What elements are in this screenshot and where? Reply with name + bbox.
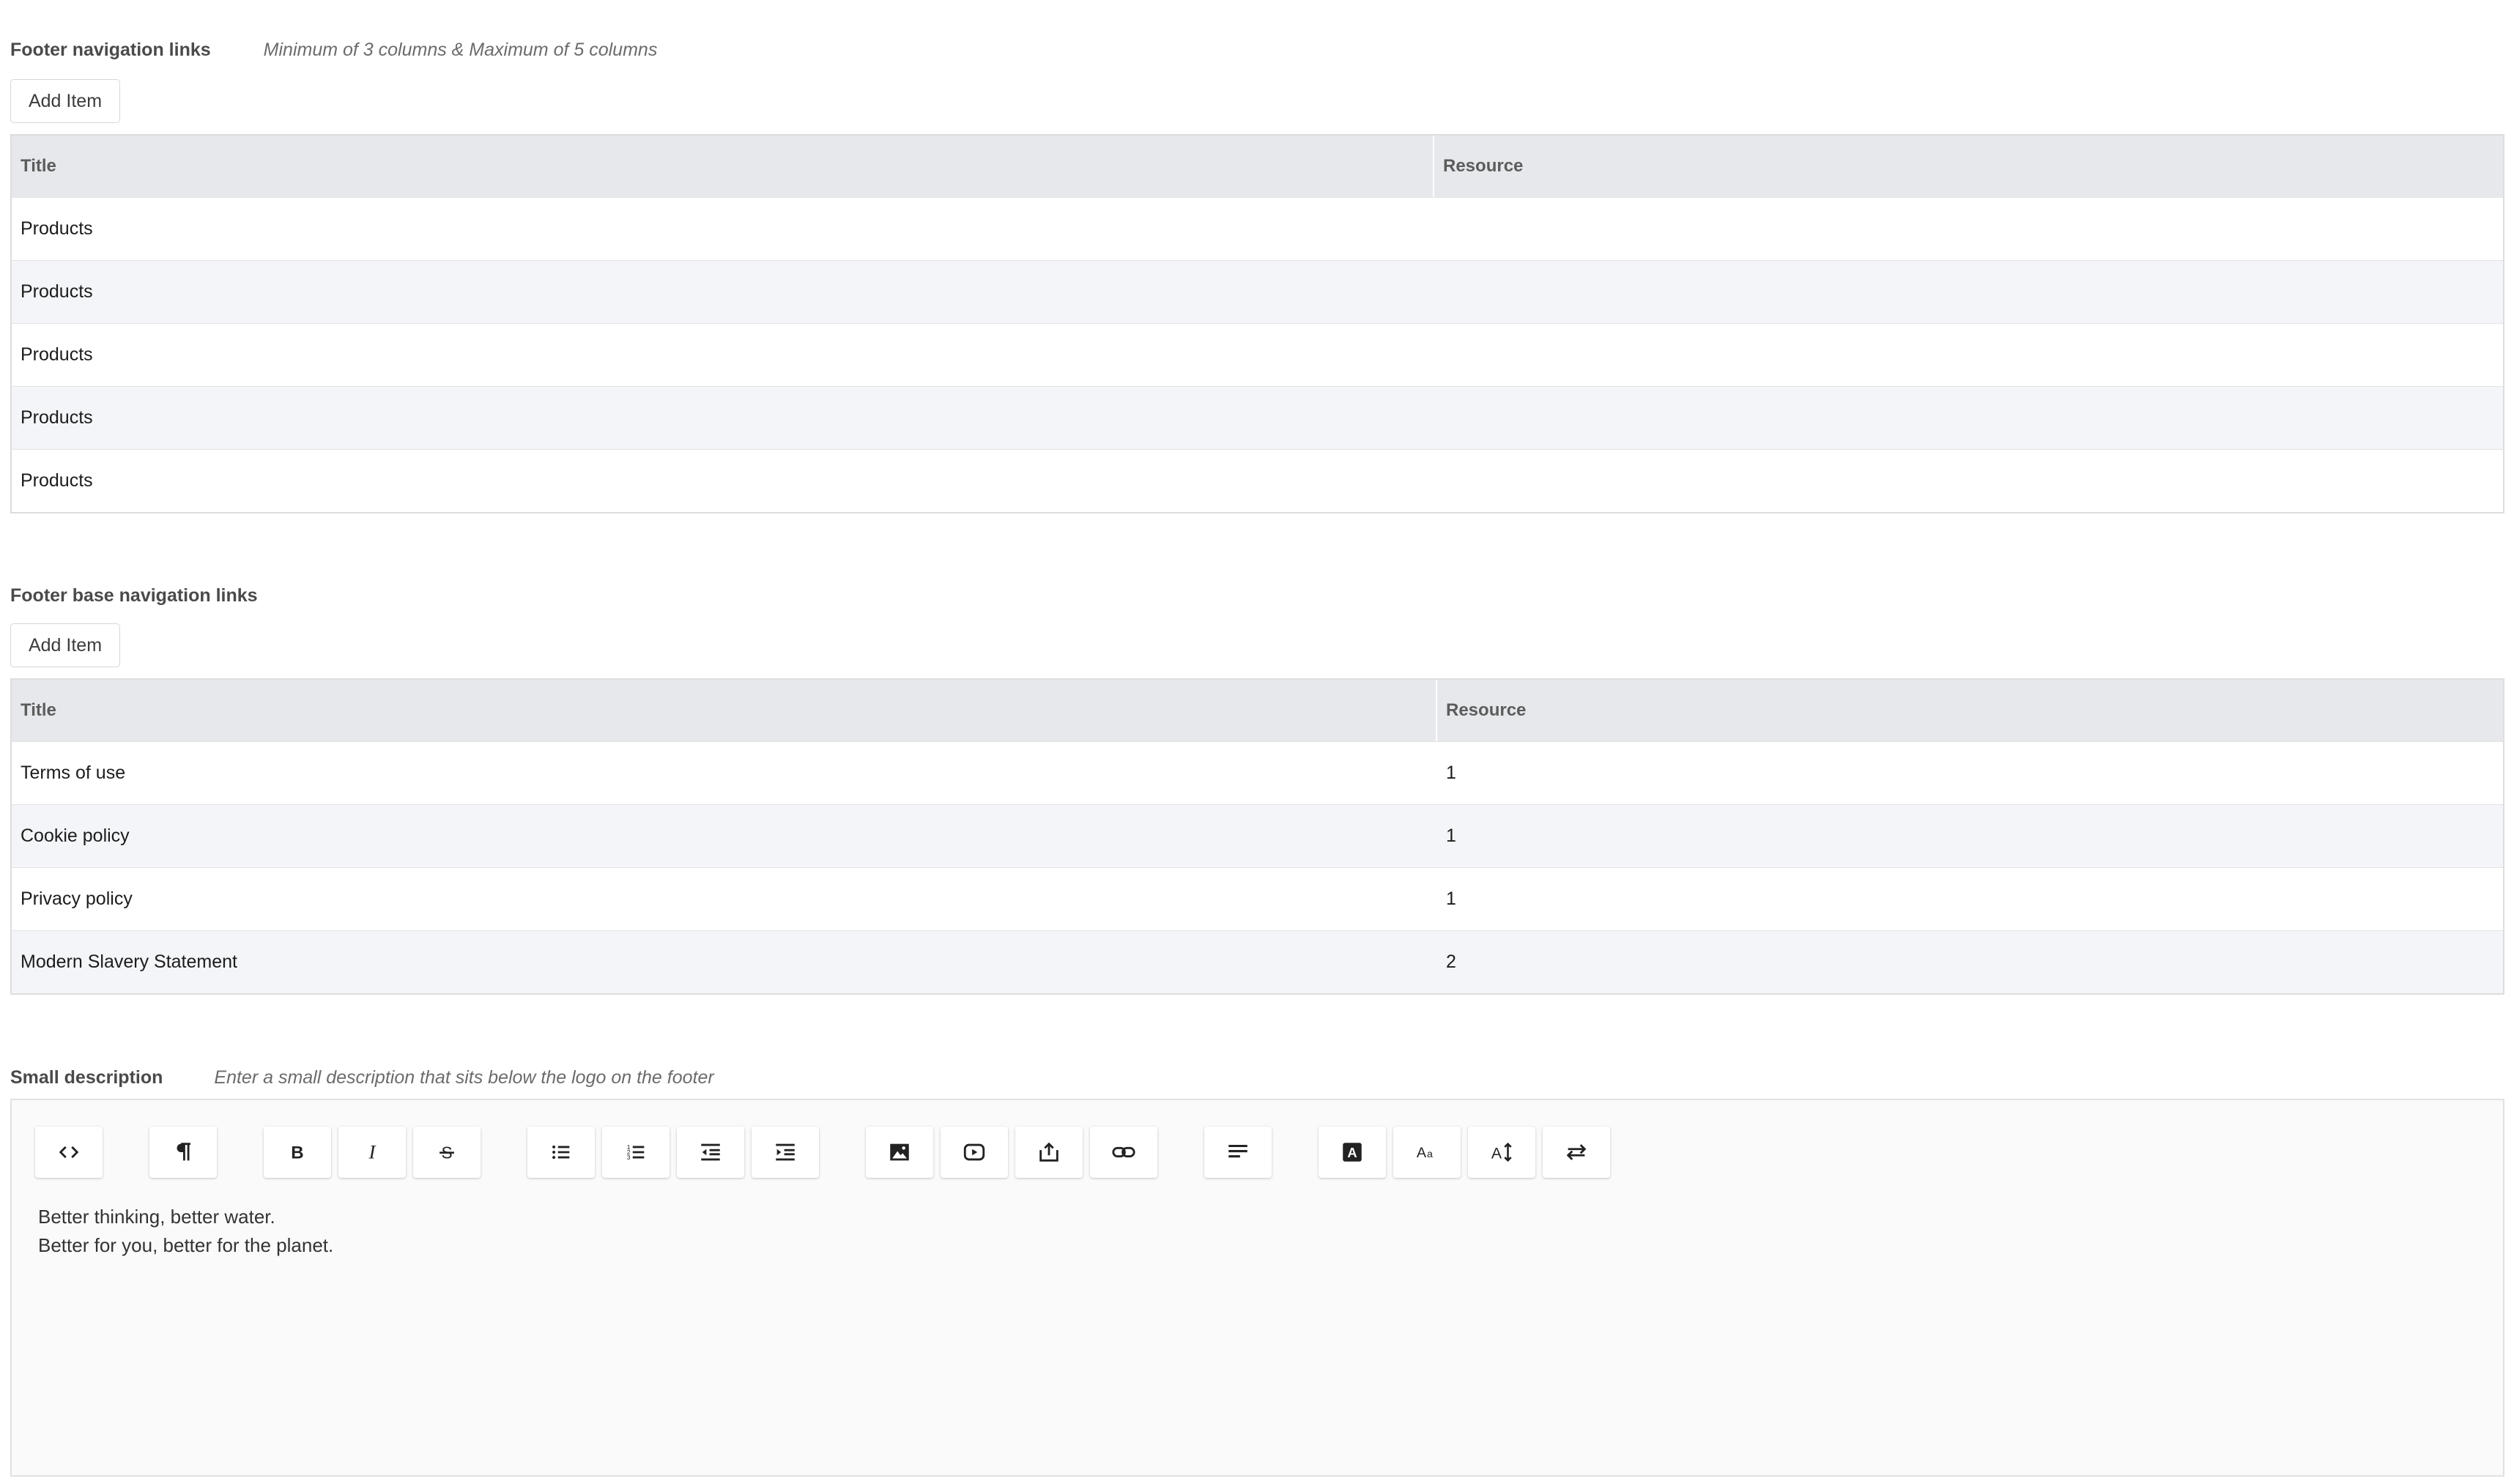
text-color-icon[interactable]: A	[1319, 1127, 1386, 1178]
indent-icon[interactable]	[752, 1127, 819, 1178]
resource-column-header[interactable]: Resource	[1437, 680, 1526, 741]
row-resource: 2	[1446, 951, 1456, 972]
description-hint: Enter a small description that sits belo…	[214, 1067, 714, 1088]
title-column-header[interactable]: Title	[12, 680, 1437, 741]
embed-icon[interactable]	[1015, 1127, 1083, 1178]
nav-links-table: Title Resource Products Products Product…	[10, 134, 2504, 513]
svg-text:A: A	[1491, 1145, 1502, 1162]
editor-content[interactable]: Better thinking, better water. Better fo…	[38, 1203, 333, 1260]
row-title: Modern Slavery Statement	[21, 951, 237, 972]
image-icon[interactable]	[866, 1127, 933, 1178]
row-title: Products	[21, 344, 93, 365]
video-icon[interactable]	[941, 1127, 1008, 1178]
svg-text:I: I	[368, 1141, 377, 1163]
row-title: Products	[21, 407, 93, 428]
row-resource: 1	[1446, 888, 1456, 909]
base-links-title: Footer base navigation links	[10, 585, 258, 606]
svg-text:3: 3	[627, 1154, 631, 1161]
code-view-icon[interactable]	[35, 1127, 103, 1178]
table-header: Title Resource	[12, 680, 2503, 741]
svg-text:A: A	[1347, 1145, 1357, 1160]
table-row[interactable]: Products	[12, 386, 2503, 449]
bold-icon[interactable]: B	[264, 1127, 331, 1178]
table-row[interactable]: Cookie policy 1	[12, 804, 2503, 867]
text-direction-icon[interactable]	[1543, 1127, 1610, 1178]
nav-links-title: Footer navigation links	[10, 40, 211, 60]
paragraph-icon[interactable]	[149, 1127, 217, 1178]
table-row[interactable]: Products	[12, 449, 2503, 512]
base-links-table: Title Resource Terms of use 1 Cookie pol…	[10, 678, 2504, 995]
resource-column-header[interactable]: Resource	[1434, 136, 1523, 197]
content-line: Better for you, better for the planet.	[38, 1234, 334, 1256]
line-height-icon[interactable]: A	[1468, 1127, 1535, 1178]
table-row[interactable]: Products	[12, 260, 2503, 323]
bullet-list-icon[interactable]	[527, 1127, 595, 1178]
table-row[interactable]: Terms of use 1	[12, 741, 2503, 804]
description-title: Small description	[10, 1067, 163, 1088]
table-row[interactable]: Modern Slavery Statement 2	[12, 930, 2503, 993]
row-title: Products	[21, 281, 93, 302]
svg-text:A: A	[1417, 1145, 1427, 1161]
rich-text-editor[interactable]: B I S 123 A A a A Better thinking, bette…	[10, 1099, 2504, 1477]
svg-text:B: B	[291, 1143, 303, 1163]
row-title: Products	[21, 470, 93, 491]
font-size-icon[interactable]: Aa	[1393, 1127, 1461, 1178]
table-header: Title Resource	[12, 136, 2503, 197]
content-line: Better thinking, better water.	[38, 1206, 275, 1228]
nav-links-header: Footer navigation links Minimum of 3 col…	[10, 40, 657, 61]
row-title: Terms of use	[21, 763, 126, 783]
strikethrough-icon[interactable]: S	[413, 1127, 481, 1178]
nav-links-hint: Minimum of 3 columns & Maximum of 5 colu…	[263, 40, 658, 60]
row-resource: 1	[1446, 826, 1456, 846]
row-title: Privacy policy	[21, 888, 133, 909]
title-column-header[interactable]: Title	[12, 136, 1434, 197]
italic-icon[interactable]: I	[338, 1127, 406, 1178]
numbered-list-icon[interactable]: 123	[602, 1127, 670, 1178]
row-title: Products	[21, 218, 93, 239]
align-icon[interactable]	[1204, 1127, 1272, 1178]
row-title: Cookie policy	[21, 826, 130, 846]
table-row[interactable]: Privacy policy 1	[12, 867, 2503, 930]
row-resource: 1	[1446, 763, 1456, 783]
svg-text:a: a	[1427, 1149, 1433, 1160]
base-links-header: Footer base navigation links	[10, 585, 258, 606]
table-row[interactable]: Products	[12, 197, 2503, 260]
table-row[interactable]: Products	[12, 323, 2503, 386]
nav-links-add-item-button[interactable]: Add Item	[10, 79, 120, 123]
outdent-icon[interactable]	[677, 1127, 744, 1178]
description-header: Small description Enter a small descript…	[10, 1067, 714, 1088]
base-links-add-item-button[interactable]: Add Item	[10, 623, 120, 667]
link-icon[interactable]	[1090, 1127, 1157, 1178]
